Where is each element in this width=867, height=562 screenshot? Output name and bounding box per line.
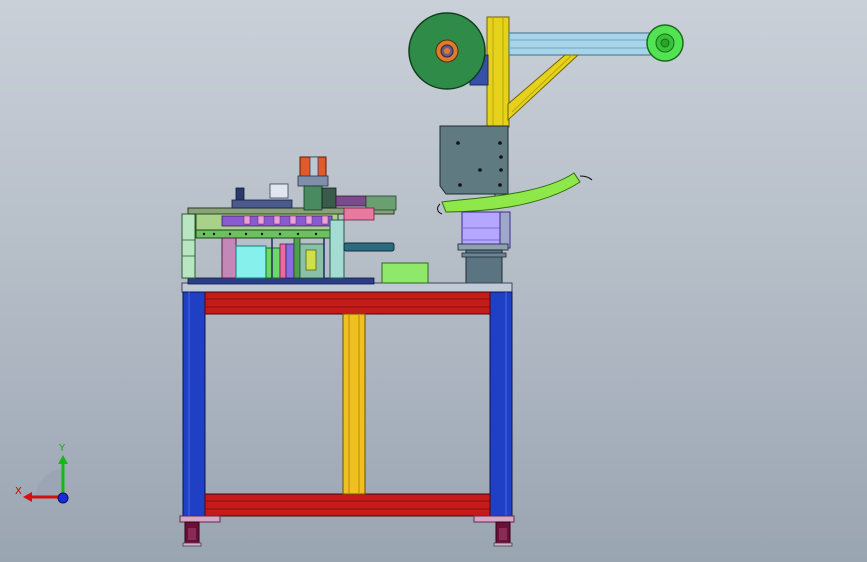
left-machine-assembly (181, 156, 429, 284)
coordinate-triad (23, 455, 69, 504)
table-beam-bottom (204, 493, 491, 517)
table-beam-top (204, 291, 491, 315)
caster-right (493, 521, 513, 547)
table-frame (179, 291, 515, 547)
mount-plate (439, 125, 509, 195)
right-station (437, 125, 593, 285)
feeder-cylinder (461, 211, 503, 249)
frame-brace (507, 54, 580, 122)
caster-left (182, 521, 202, 547)
green-box (381, 262, 429, 284)
frame-arm (508, 32, 656, 56)
x-axis-label: X (15, 486, 22, 497)
frame-upright (486, 16, 510, 128)
reel-frame-assembly (408, 12, 684, 128)
table-top (181, 277, 513, 293)
z-axis-dot (57, 492, 69, 504)
table-leg-left (182, 291, 206, 517)
cad-viewport[interactable]: X Y (0, 0, 867, 562)
machine-assembly-model[interactable] (0, 0, 867, 562)
y-axis-label: Y (59, 443, 66, 454)
table-leg-right (489, 291, 513, 517)
center-column (342, 313, 366, 495)
